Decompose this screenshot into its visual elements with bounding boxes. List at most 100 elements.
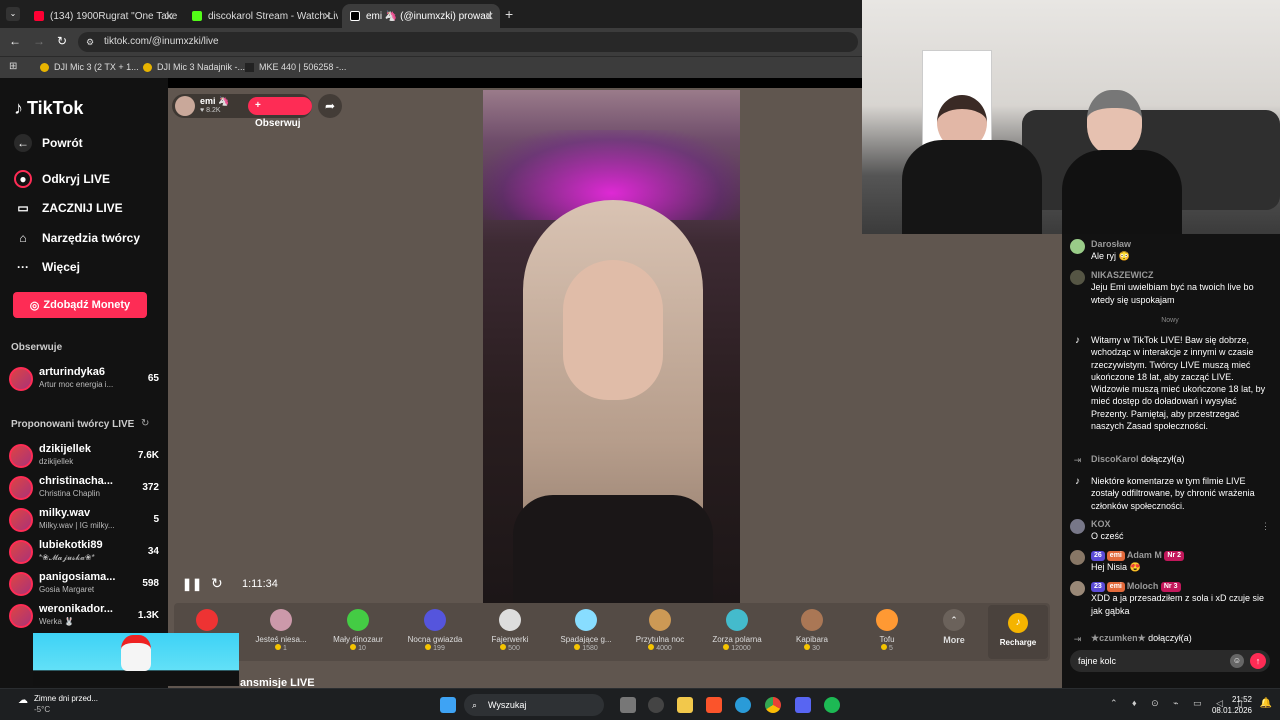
more-gifts-button[interactable]: ⌃ More [922,603,986,659]
recharge-button[interactable]: ♪ Recharge [988,605,1048,659]
tab-kick[interactable]: discokarol Stream - Watch Live ✕ [184,4,338,28]
back-arrow-icon: ← [14,134,32,152]
pause-icon[interactable]: ❚❚ [182,577,202,591]
gift-bar: Jesteś niesa... 1 Mały dinozaur 10 Nocna g… [174,603,1050,661]
level-badge: 23 [1091,582,1105,592]
file-explorer-icon[interactable] [677,697,693,713]
gift-item[interactable]: Mały dinozaur 10 [325,603,391,659]
tofu-gift-icon [876,609,898,631]
send-button[interactable]: ↑ [1250,653,1266,669]
avatar [9,540,33,564]
notification-bell-icon[interactable]: 🔔 [1260,698,1272,709]
url-field[interactable]: ⚙ tiktok.com/@inumxzki/live [78,32,858,52]
close-tab-icon[interactable]: ✕ [165,10,174,23]
streamer-webcam [862,0,1280,234]
tiktok-icon [350,11,360,21]
refresh-icon[interactable]: ↻ [141,418,149,429]
chrome-icon[interactable] [765,697,781,713]
taskbar-search[interactable]: ⌕ Wyszukaj [464,694,604,716]
bookmark-item[interactable]: DJI Mic 3 (2 TX + 1... [40,62,139,72]
apps-grid-icon[interactable]: ⊞ [9,61,17,72]
browser-tab-bar: ⌄ (134) 1900Rugrat "One Take Fre✕ discok… [0,0,862,28]
gift-item[interactable]: Spadające g... 1580 [553,603,619,659]
suggested-heading: Proponowani twórcy LIVE [11,419,135,430]
avatar [9,444,33,468]
suggested-creator[interactable]: dzikijellek dzikijellek 7.6K [9,442,159,470]
aurora-gift-icon [726,609,748,631]
level-badge: 26 [1091,551,1105,561]
gift-item[interactable]: Kapibara 30 [779,603,845,659]
nav-more[interactable]: ··· Więcej [14,258,80,276]
fireworks-gift-icon [499,609,521,631]
host-info[interactable]: emi 🦄 ♥ 8.2K + Obserwuj [172,94,312,129]
avatar [9,367,33,391]
weather-widget[interactable]: ☁ Zimne dni przed... -5°C [18,693,98,715]
more-options-icon[interactable]: ⋮ [1261,520,1270,532]
rank-badge: Nr 2 [1164,551,1185,561]
avatar [1070,239,1085,254]
following-creator[interactable]: arturindyka6 Artur moc energia i... 65 [9,365,159,393]
bookmark-item[interactable]: MKE 440 | 506258 -... [245,62,346,72]
dinosaur-gift-icon [347,609,369,631]
ad-banner[interactable] [33,633,239,686]
spotify-icon[interactable] [824,697,840,713]
app-icon[interactable] [648,697,664,713]
nav-discover-live[interactable]: ● Odkryj LIVE [14,170,110,188]
forward-arrow-icon[interactable]: → [33,34,45,48]
join-icon: ⇥ [1073,455,1082,465]
chat-message: KOX O cześć ⋮ [1070,518,1270,543]
new-tab-button[interactable]: + [505,6,513,22]
capybara-gift-icon [801,609,823,631]
follow-button[interactable]: + Obserwuj [248,97,312,129]
chat-input[interactable]: fajne kolc ☺ ↑ [1070,650,1270,672]
chat-message: 23 emi Moloch Nr 3 XDD a ja przesadziłem z … [1070,580,1270,617]
kick-icon [192,11,202,21]
gift-item[interactable]: Zorza polarna 12000 [704,603,770,659]
clock[interactable]: 21:52 08.01.2026 [1212,694,1252,716]
share-icon[interactable]: ➦ [318,94,342,118]
address-bar: ← → ↻ ⚙ tiktok.com/@inumxzki/live [0,28,862,56]
avatar [9,476,33,500]
gift-item[interactable]: Tofu 5 [854,603,920,659]
suggested-creator[interactable]: lubiekotki89 *❀𝓜𝓪𝓳𝓾𝓼𝓴𝓪❀* 34 [9,538,159,566]
refresh-icon[interactable]: ↻ [211,575,223,592]
live-icon: ● [14,170,32,188]
gift-item[interactable]: Nocna gwiazda 199 [402,603,468,659]
discord-icon[interactable] [795,697,811,713]
site-info-icon[interactable]: ⚙ [86,32,94,52]
suggested-creator[interactable]: christinacha... Christina Chaplin 372 [9,474,159,502]
gift-item[interactable]: Fajerwerki 500 [477,603,543,659]
close-tab-icon[interactable]: ✕ [485,10,494,23]
search-icon: ⌕ [472,700,478,710]
task-view-icon[interactable] [620,697,636,713]
back-link[interactable]: ← Powrót [14,134,83,152]
ccleaner-icon[interactable] [735,697,751,713]
suggested-creator[interactable]: milky.wav Milky.wav | IG milky... 5 [9,506,159,534]
tiktok-icon: ♪ [1075,335,1080,346]
emoji-icon[interactable]: ☺ [1230,654,1244,668]
avatar [1070,519,1085,534]
gift-item[interactable]: Jesteś niesa... 1 [248,603,314,659]
person-right [1062,90,1192,234]
back-arrow-icon[interactable]: ← [9,34,21,48]
night-star-gift-icon [424,609,446,631]
tab-tiktok[interactable]: emi 🦄 (@inumxzki) prowad ✕ [342,4,500,28]
tiktok-logo[interactable]: ♪ TikTok [14,98,83,119]
get-coins-button[interactable]: ◎ Zdobądź Monety [13,292,147,318]
avatar [9,572,33,596]
fan-badge: emi [1106,551,1125,561]
nav-creator-tools[interactable]: ⌂ Narzędzia twórcy [14,229,140,247]
gift-item[interactable]: Przytulna noc 4000 [627,603,693,659]
suggested-creator[interactable]: panigosiama... Gosia Margaret 598 [9,570,159,598]
reload-icon[interactable]: ↻ [57,34,67,48]
bookmark-item[interactable]: DJI Mic 3 Nadajnik -... [143,62,245,72]
tab-list-icon[interactable]: ⌄ [6,7,20,21]
tab-youtube[interactable]: (134) 1900Rugrat "One Take Fre✕ [26,4,180,28]
windows-start-icon[interactable] [440,697,456,713]
suggested-creator[interactable]: weronikador... Werka 🐰 1.3K [9,602,159,630]
live-video[interactable] [483,90,740,603]
brave-icon[interactable] [706,697,722,713]
close-tab-icon[interactable]: ✕ [323,10,332,23]
nav-start-live[interactable]: ▭ ZACZNIJ LIVE [14,199,122,217]
avatar [9,604,33,628]
